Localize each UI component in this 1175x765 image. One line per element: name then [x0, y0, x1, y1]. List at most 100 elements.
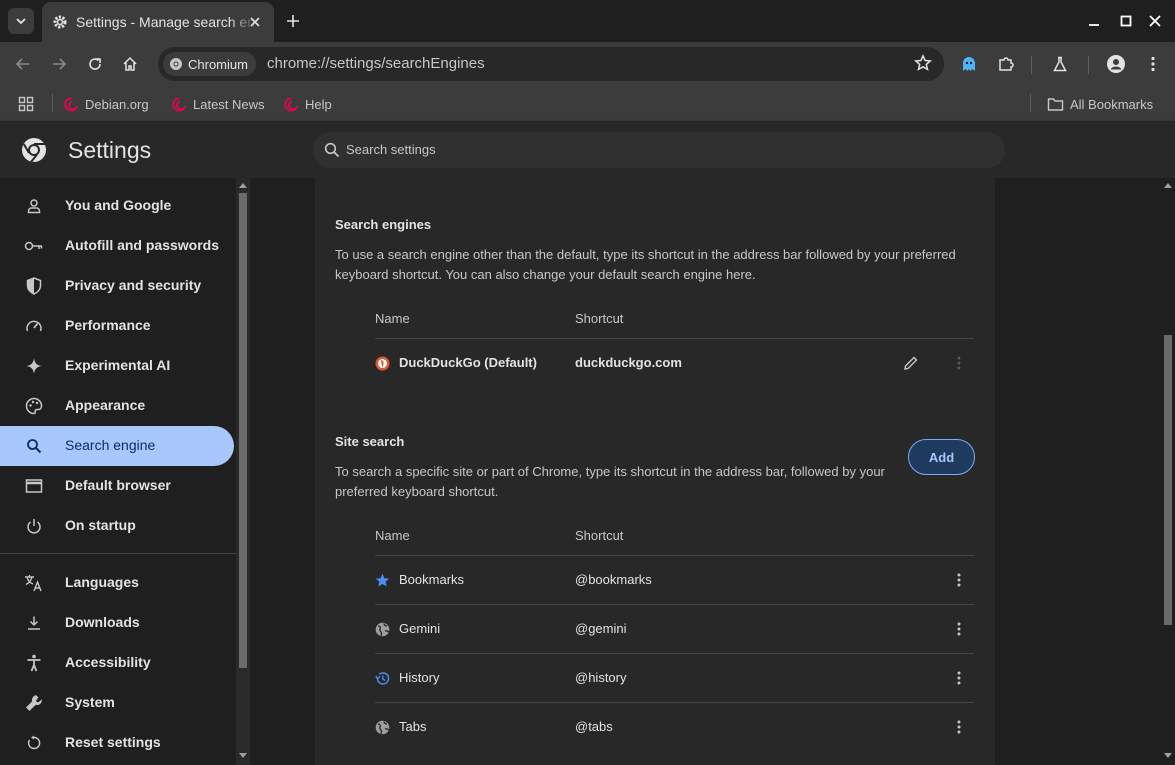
- reload-button[interactable]: [82, 51, 108, 77]
- tab-search-button[interactable]: [8, 8, 34, 34]
- sidebar-item-search-engine[interactable]: Search engine: [0, 426, 234, 466]
- duckduckgo-icon: [375, 356, 390, 371]
- wrench-icon: [24, 693, 44, 713]
- bookmark-debian[interactable]: Debian.org: [64, 93, 149, 115]
- apps-button[interactable]: [18, 93, 34, 115]
- bookmark-help[interactable]: Help: [284, 93, 332, 115]
- bookmark-latest-news[interactable]: Latest News: [172, 93, 265, 115]
- apps-grid-icon: [18, 96, 34, 112]
- sidebar-item-label: Autofill and passwords: [65, 237, 220, 253]
- bookmark-star-button[interactable]: [913, 53, 933, 77]
- puzzle-icon: [999, 57, 1014, 71]
- window-close-button[interactable]: [1145, 11, 1165, 31]
- extensions-button[interactable]: [993, 51, 1019, 77]
- site-info-chip[interactable]: Chromium: [163, 52, 256, 76]
- maximize-icon: [1120, 15, 1132, 27]
- sidebar-item-reset-settings[interactable]: Reset settings: [0, 723, 234, 763]
- sidebar-item-label: System: [65, 694, 115, 710]
- tab-close-button[interactable]: [246, 13, 264, 31]
- tab-title: Settings - Manage search engines: [76, 14, 256, 30]
- sidebar-item-privacy[interactable]: Privacy and security: [0, 266, 234, 306]
- site-search-more-actions-button[interactable]: [950, 669, 968, 687]
- sidebar-item-you-and-google[interactable]: You and Google: [0, 186, 234, 226]
- translate-icon: [24, 573, 44, 593]
- settings-header: Settings Search settings: [0, 122, 1175, 178]
- sidebar-item-label: Performance: [65, 317, 151, 333]
- sidebar-item-on-startup[interactable]: On startup: [0, 506, 234, 546]
- home-button[interactable]: [117, 51, 143, 77]
- labs-button[interactable]: [1047, 51, 1073, 77]
- folder-icon: [1047, 97, 1064, 111]
- site-search-description-line1: To search a specific site or part of Chr…: [335, 464, 885, 479]
- engine-shortcut: duckduckgo.com: [575, 355, 682, 370]
- site-search-more-actions-button[interactable]: [950, 718, 968, 736]
- sidebar-item-languages[interactable]: Languages: [0, 563, 234, 603]
- minimize-button[interactable]: [1084, 11, 1104, 31]
- sidebar-item-experimental-ai[interactable]: Experimental AI: [0, 346, 234, 386]
- new-tab-button[interactable]: [282, 10, 304, 32]
- add-site-search-button[interactable]: Add: [908, 439, 975, 475]
- browser-window: Settings - Manage search engines: [0, 0, 1175, 765]
- extension-ghost-button[interactable]: [956, 51, 982, 77]
- shield-icon: [24, 276, 44, 296]
- maximize-button[interactable]: [1116, 11, 1136, 31]
- engine-name: DuckDuckGo (Default): [399, 355, 537, 370]
- back-button[interactable]: [10, 51, 36, 77]
- site-search-heading: Site search: [335, 434, 405, 449]
- main-scrollbar[interactable]: [1160, 178, 1175, 765]
- person-icon: [24, 196, 44, 216]
- debian-logo-icon: [172, 96, 186, 111]
- search-icon: [24, 436, 44, 456]
- toolbar-separator: [1088, 56, 1089, 74]
- sidebar-item-label: Appearance: [65, 397, 146, 413]
- key-icon: [24, 236, 44, 256]
- more-vertical-icon: [957, 622, 961, 636]
- main-scrollbar-thumb[interactable]: [1164, 335, 1172, 625]
- bookmarks-separator: [52, 94, 53, 112]
- profile-button[interactable]: [1103, 51, 1129, 77]
- site-search-row-gemini: Gemini @gemini: [375, 604, 974, 653]
- search-engine-row: DuckDuckGo (Default) duckduckgo.com: [375, 338, 974, 387]
- site-search-more-actions-button[interactable]: [950, 571, 968, 589]
- search-settings-input[interactable]: Search settings: [313, 132, 1005, 168]
- sidebar-item-performance[interactable]: Performance: [0, 306, 234, 346]
- site-search-name: Gemini: [399, 621, 441, 636]
- address-bar[interactable]: Chromium chrome://settings/searchEngines: [158, 47, 944, 81]
- sidebar-scrollbar[interactable]: [236, 178, 250, 765]
- sidebar-item-label: Experimental AI: [65, 357, 171, 373]
- accessibility-icon: [24, 653, 44, 673]
- search-placeholder: Search settings: [346, 142, 436, 157]
- all-bookmarks-button[interactable]: All Bookmarks: [1047, 93, 1153, 115]
- engine-more-actions-button[interactable]: [950, 354, 968, 372]
- site-search-description-line2: preferred keyboard shortcut.: [335, 484, 499, 499]
- sidebar-item-label: Search engine: [65, 437, 156, 453]
- sidebar-item-accessibility[interactable]: Accessibility: [0, 643, 234, 683]
- star-outline-icon: [913, 53, 933, 71]
- arrow-right-icon: [53, 58, 67, 70]
- tab-settings[interactable]: Settings - Manage search engines: [42, 2, 274, 42]
- bookmark-label: Debian.org: [85, 96, 149, 112]
- column-header-name: Name: [375, 311, 410, 326]
- site-search-shortcut: @history: [575, 670, 627, 685]
- site-search-more-actions-button[interactable]: [950, 620, 968, 638]
- scroll-down-icon: [239, 753, 247, 758]
- sidebar-item-downloads[interactable]: Downloads: [0, 603, 234, 643]
- chevron-down-icon: [16, 18, 26, 25]
- forward-button[interactable]: [46, 51, 72, 77]
- close-icon: [1149, 15, 1161, 27]
- column-header-name: Name: [375, 528, 410, 543]
- menu-button[interactable]: [1140, 51, 1166, 77]
- url-text[interactable]: chrome://settings/searchEngines: [267, 55, 485, 72]
- close-icon: [250, 17, 260, 27]
- sidebar-item-system[interactable]: System: [0, 683, 234, 723]
- edit-engine-button[interactable]: [902, 354, 920, 372]
- sidebar-item-label: Default browser: [65, 477, 171, 493]
- sidebar-item-autofill[interactable]: Autofill and passwords: [0, 226, 234, 266]
- more-vertical-icon: [957, 671, 961, 685]
- brand-chip-label: Chromium: [188, 56, 248, 72]
- sidebar-item-default-browser[interactable]: Default browser: [0, 466, 234, 506]
- sidebar-scrollbar-thumb[interactable]: [239, 193, 247, 668]
- settings-main: Search engines To use a search engine ot…: [250, 178, 1160, 765]
- site-search-shortcut: @bookmarks: [575, 572, 652, 587]
- sidebar-item-appearance[interactable]: Appearance: [0, 386, 234, 426]
